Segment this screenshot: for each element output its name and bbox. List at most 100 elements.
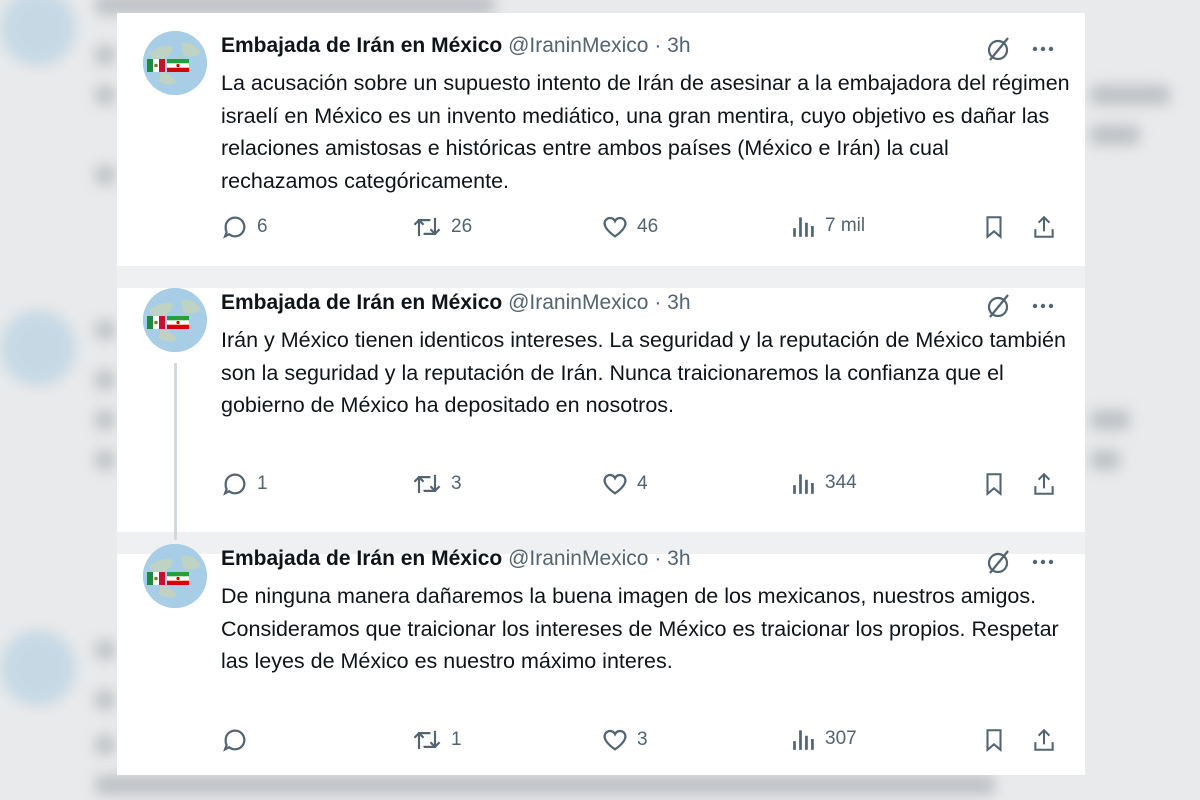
reply-button[interactable]: 6 (221, 213, 268, 241)
repost-button[interactable]: 1 (411, 726, 462, 754)
share-icon (1031, 470, 1057, 498)
like-icon (601, 470, 629, 498)
bg-line (95, 775, 995, 795)
author-name[interactable]: Embajada de Irán en México (221, 291, 502, 314)
bg-line (95, 735, 115, 755)
timestamp[interactable]: 3h (667, 34, 690, 57)
view-count: 344 (825, 472, 857, 493)
repost-icon (411, 726, 443, 754)
bg-line (95, 320, 115, 340)
timestamp[interactable]: 3h (667, 291, 690, 314)
author-handle[interactable]: @IraninMexico (508, 34, 648, 57)
more-icon[interactable] (1031, 550, 1055, 574)
bookmark-icon (981, 726, 1007, 754)
tweet-text: La acusación sobre un supuesto intento d… (221, 71, 1070, 193)
repost-count: 3 (451, 473, 462, 494)
tweet-text: De ninguna manera dañaremos la buena ima… (221, 584, 1059, 673)
bookmark-button[interactable] (981, 213, 1007, 241)
bg-line (95, 640, 115, 660)
tweet-header: Embajada de Irán en México @IraninMexico… (221, 34, 691, 58)
bg-line (1090, 450, 1120, 470)
bg-line (1090, 85, 1170, 105)
bookmark-icon (981, 213, 1007, 241)
tweet-actions: 1 3 4 344 (221, 470, 1061, 498)
avatar[interactable] (143, 288, 207, 352)
bg-line (1090, 410, 1130, 430)
like-button[interactable]: 3 (601, 726, 648, 754)
tweet-top-icons (985, 292, 1055, 320)
separator-dot: · (654, 34, 662, 57)
bookmark-button[interactable] (981, 726, 1007, 754)
view-count: 7 mil (825, 215, 866, 236)
like-button[interactable]: 4 (601, 470, 648, 498)
avatar[interactable] (143, 544, 207, 608)
repost-icon (411, 470, 443, 498)
tweet-header: Embajada de Irán en México @IraninMexico… (221, 291, 691, 315)
grok-icon[interactable] (985, 548, 1013, 576)
reply-button[interactable] (221, 726, 257, 754)
author-handle[interactable]: @IraninMexico (508, 291, 648, 314)
tweet-top-icons (985, 35, 1055, 63)
views-icon (791, 213, 817, 239)
reply-icon (221, 470, 249, 498)
reply-icon (221, 726, 249, 754)
more-icon[interactable] (1031, 294, 1055, 318)
views-button[interactable]: 344 (791, 470, 857, 496)
views-button[interactable]: 7 mil (791, 213, 865, 239)
reply-button[interactable]: 1 (221, 470, 268, 498)
more-icon[interactable] (1031, 37, 1055, 61)
repost-count: 1 (451, 729, 462, 750)
like-icon (601, 213, 629, 241)
repost-icon (411, 213, 443, 241)
share-button[interactable] (1031, 470, 1057, 498)
bg-line (95, 370, 115, 390)
share-icon (1031, 726, 1057, 754)
grok-icon[interactable] (985, 292, 1013, 320)
bg-line (1090, 125, 1140, 145)
like-button[interactable]: 46 (601, 213, 658, 241)
views-button[interactable]: 307 (791, 726, 857, 752)
share-button[interactable] (1031, 726, 1057, 754)
grok-icon[interactable] (985, 35, 1013, 63)
views-icon (791, 470, 817, 496)
reply-count: 6 (257, 216, 268, 237)
timestamp[interactable]: 3h (667, 547, 690, 570)
like-count: 46 (637, 216, 659, 237)
bg-line (95, 410, 115, 430)
bookmark-icon (981, 470, 1007, 498)
author-name[interactable]: Embajada de Irán en México (221, 34, 502, 57)
tweet[interactable]: Embajada de Irán en México @IraninMexico… (117, 526, 1085, 766)
bg-line (95, 85, 115, 105)
like-count: 3 (637, 729, 648, 750)
author-handle[interactable]: @IraninMexico (508, 547, 648, 570)
separator-dot: · (654, 291, 662, 314)
reply-count: 1 (257, 473, 268, 494)
repost-button[interactable]: 3 (411, 470, 462, 498)
bg-avatar (0, 310, 76, 386)
share-button[interactable] (1031, 213, 1057, 241)
tweet-actions: 6 26 46 7 mil (221, 213, 1061, 241)
author-name[interactable]: Embajada de Irán en México (221, 547, 502, 570)
repost-button[interactable]: 26 (411, 213, 472, 241)
reply-icon (221, 213, 249, 241)
tweet-top-icons (985, 548, 1055, 576)
bg-line (95, 45, 115, 65)
bg-line (95, 690, 115, 710)
share-icon (1031, 213, 1057, 241)
tweet[interactable]: Embajada de Irán en México @IraninMexico… (117, 13, 1085, 253)
tweet[interactable]: Embajada de Irán en México @IraninMexico… (117, 270, 1085, 510)
bg-line (95, 450, 115, 470)
like-count: 4 (637, 473, 648, 494)
bg-avatar (0, 630, 76, 706)
avatar[interactable] (143, 31, 207, 95)
tweet-actions: 1 3 307 (221, 726, 1061, 754)
bg-avatar (0, 0, 76, 66)
bg-line (95, 165, 115, 185)
bookmark-button[interactable] (981, 470, 1007, 498)
tweet-header: Embajada de Irán en México @IraninMexico… (221, 547, 691, 571)
view-count: 307 (825, 728, 857, 749)
views-icon (791, 726, 817, 752)
repost-count: 26 (451, 216, 473, 237)
like-icon (601, 726, 629, 754)
separator-dot: · (654, 547, 662, 570)
